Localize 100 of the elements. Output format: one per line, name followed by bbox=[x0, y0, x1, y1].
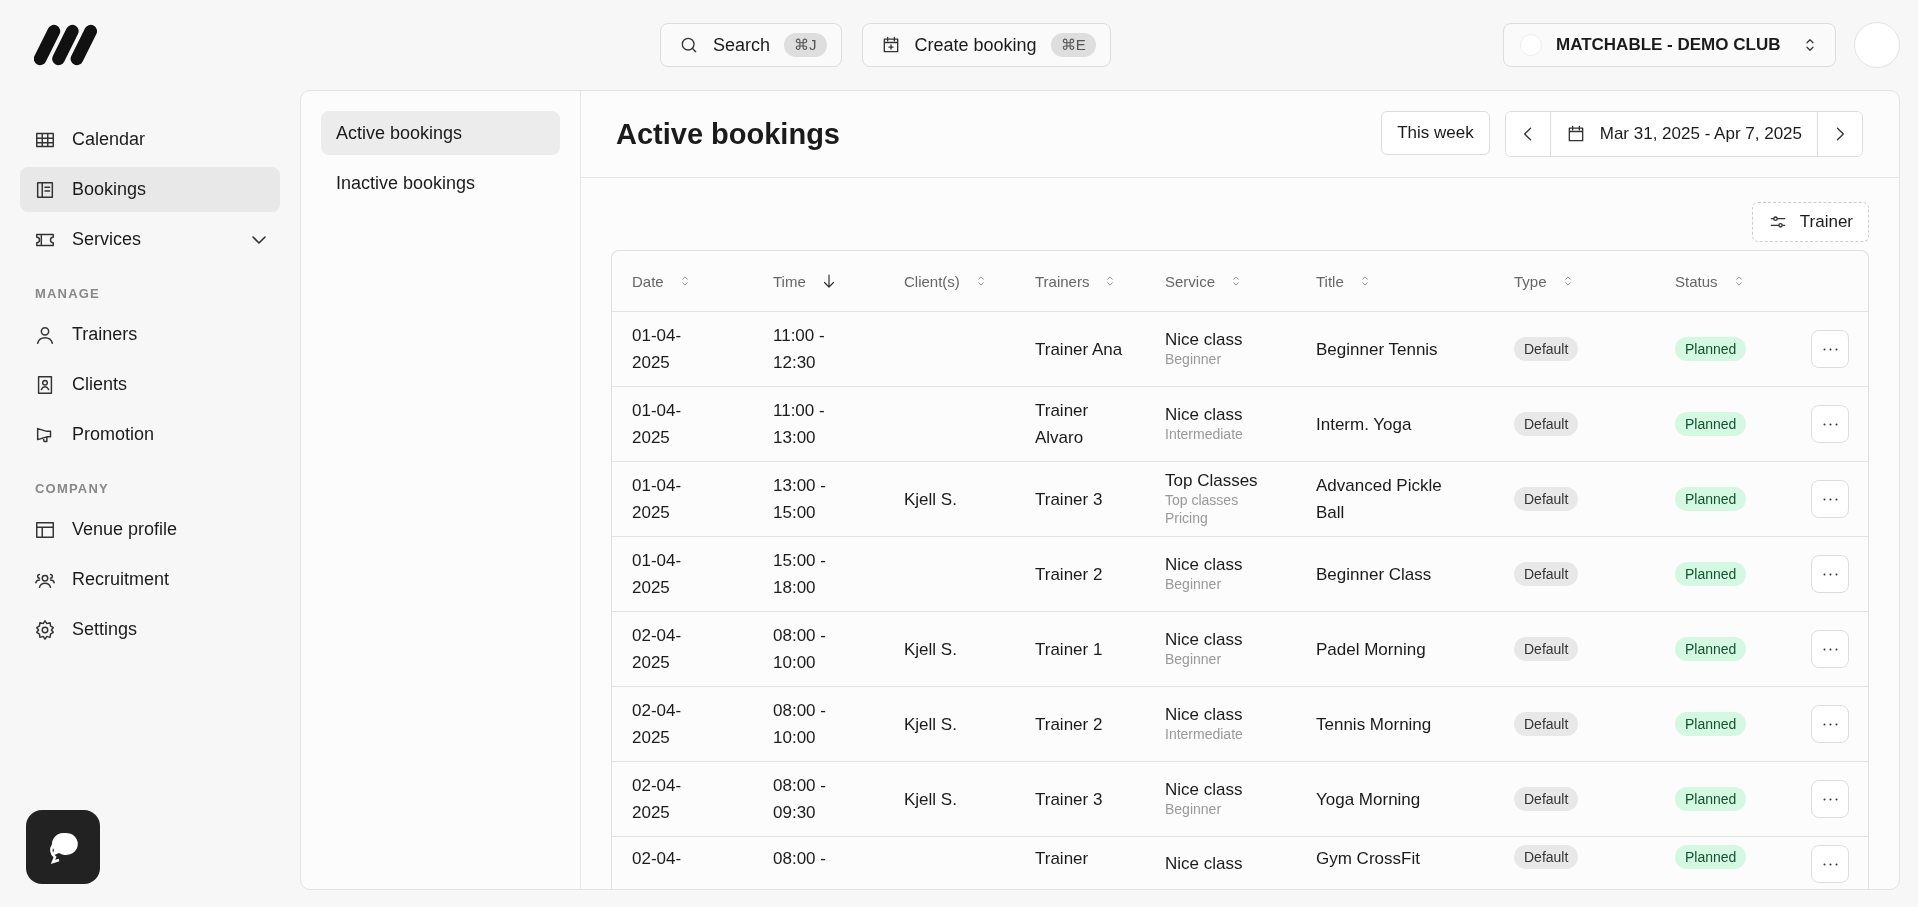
status-badge: Planned bbox=[1675, 712, 1747, 736]
service-name: Nice class bbox=[1165, 630, 1243, 650]
client-cell-text: Kjell S. bbox=[904, 638, 957, 661]
date-cell-text: 01-04-2025 bbox=[632, 550, 683, 599]
sidebar-item[interactable]: Services bbox=[20, 217, 280, 262]
time-cell-text: 08:00 - bbox=[773, 848, 826, 870]
status-badge: Planned bbox=[1675, 337, 1747, 361]
sidebar-item[interactable]: Venue profile bbox=[20, 507, 280, 552]
status-badge: Planned bbox=[1675, 562, 1747, 586]
date-cell-text: 01-04-2025 bbox=[632, 475, 683, 524]
more-actions-button[interactable] bbox=[1811, 845, 1849, 883]
trainer-cell-text: Trainer Alvaro bbox=[1035, 400, 1090, 449]
service-detail: Top classes Pricing bbox=[1165, 491, 1240, 527]
status-badge: Planned bbox=[1675, 412, 1747, 436]
type-badge: Default bbox=[1514, 487, 1579, 511]
trainer-cell-text: Trainer 2 bbox=[1035, 713, 1103, 736]
more-actions-button[interactable] bbox=[1811, 555, 1849, 593]
trainer-cell-text: Trainer 1 bbox=[1035, 638, 1103, 661]
ellipsis-icon bbox=[1822, 797, 1838, 801]
subnav-tab[interactable]: Active bookings bbox=[321, 111, 560, 155]
more-actions-button[interactable] bbox=[1811, 405, 1849, 443]
trainer-cell-text: Trainer 3 bbox=[1035, 488, 1103, 511]
club-selector[interactable]: MATCHABLE - DEMO CLUB bbox=[1503, 23, 1836, 67]
search-label: Search bbox=[713, 34, 771, 56]
column-header[interactable]: Time bbox=[753, 272, 884, 290]
sidebar-item[interactable]: Trainers bbox=[20, 312, 280, 357]
title-cell-text: Padel Morning bbox=[1316, 638, 1426, 661]
status-badge: Planned bbox=[1675, 787, 1747, 811]
ellipsis-icon bbox=[1822, 572, 1838, 576]
sidebar-item[interactable]: Recruitment bbox=[20, 557, 280, 602]
sidebar-item[interactable]: Promotion bbox=[20, 412, 280, 457]
time-cell-text: 08:00 - 10:00 bbox=[773, 700, 827, 749]
sidebar-item[interactable]: Settings bbox=[20, 607, 280, 652]
more-actions-button[interactable] bbox=[1811, 330, 1849, 368]
date-cell-text: 02-04- bbox=[632, 848, 682, 870]
date-cell-text: 01-04-2025 bbox=[632, 400, 683, 449]
section-label: COMPANY bbox=[34, 480, 110, 498]
avatar-button[interactable] bbox=[1854, 22, 1900, 68]
type-badge: Default bbox=[1514, 412, 1579, 436]
type-badge: Default bbox=[1514, 562, 1579, 586]
trainer-cell-text: Trainer 3 bbox=[1035, 788, 1103, 811]
type-badge: Default bbox=[1514, 787, 1579, 811]
title-cell-text: Beginner Tennis bbox=[1316, 338, 1438, 361]
sidebar-item[interactable]: Clients bbox=[20, 362, 280, 407]
more-actions-button[interactable] bbox=[1811, 630, 1849, 668]
title-cell-text: Interm. Yoga bbox=[1316, 413, 1412, 436]
search-button[interactable]: Search ⌘J bbox=[660, 23, 842, 67]
more-actions-button[interactable] bbox=[1811, 705, 1849, 743]
service-detail: Beginner bbox=[1165, 800, 1222, 818]
date-cell-text: 01-04-2025 bbox=[632, 325, 683, 374]
sidebar-item[interactable]: Bookings bbox=[20, 167, 280, 212]
more-actions-button[interactable] bbox=[1811, 480, 1849, 518]
title-cell-text: Beginner Class bbox=[1316, 563, 1432, 586]
date-cell-text: 02-04-2025 bbox=[632, 700, 683, 749]
column-header[interactable]: Client(s) bbox=[884, 272, 1015, 290]
status-badge: Planned bbox=[1675, 637, 1747, 661]
status-badge: Planned bbox=[1675, 487, 1747, 511]
type-badge: Default bbox=[1514, 712, 1579, 736]
trainer-cell-text: Trainer 2 bbox=[1035, 563, 1103, 586]
service-detail: Beginner bbox=[1165, 350, 1222, 368]
settings-icon bbox=[34, 618, 56, 641]
subnav-tab[interactable]: Inactive bookings bbox=[321, 161, 560, 205]
shortcut-badge: ⌘J bbox=[784, 33, 827, 57]
column-header[interactable]: Type bbox=[1494, 272, 1655, 290]
title-cell-text: Tennis Morning bbox=[1316, 713, 1432, 736]
search-icon bbox=[679, 35, 699, 55]
ellipsis-icon bbox=[1822, 422, 1838, 426]
title-cell-text: Gym CrossFit bbox=[1316, 848, 1420, 870]
client-cell-text: Kjell S. bbox=[904, 488, 957, 511]
service-name: Nice class bbox=[1165, 405, 1243, 425]
service-detail: Intermediate bbox=[1165, 725, 1243, 743]
type-badge: Default bbox=[1514, 637, 1579, 661]
sidebar-item[interactable]: Calendar bbox=[20, 117, 280, 162]
service-name: Nice class bbox=[1165, 780, 1243, 800]
service-name: Nice class bbox=[1165, 854, 1243, 874]
date-range-button[interactable]: Mar 31, 2025 - Apr 7, 2025 bbox=[1549, 112, 1818, 156]
column-header[interactable]: Date bbox=[612, 272, 753, 290]
create-booking-button[interactable]: Create booking ⌘E bbox=[861, 23, 1111, 67]
service-name: Nice class bbox=[1165, 555, 1243, 575]
column-header[interactable]: Trainers bbox=[1015, 272, 1145, 290]
type-badge: Default bbox=[1514, 337, 1579, 361]
trainer-filter-button[interactable]: Trainer bbox=[1751, 202, 1869, 242]
title-cell-text: Advanced Pickle Ball bbox=[1316, 475, 1443, 524]
this-week-button[interactable]: This week bbox=[1381, 111, 1490, 155]
time-cell-text: 08:00 - 10:00 bbox=[773, 625, 827, 674]
service-detail: Beginner bbox=[1165, 575, 1222, 593]
time-cell-text: 11:00 - 12:30 bbox=[773, 325, 826, 374]
more-actions-button[interactable] bbox=[1811, 780, 1849, 818]
time-cell-text: 11:00 - 13:00 bbox=[773, 400, 826, 449]
client-cell-text: Kjell S. bbox=[904, 713, 957, 736]
chat-button[interactable] bbox=[26, 810, 100, 884]
column-header[interactable]: Service bbox=[1145, 272, 1296, 290]
title-cell-text: Yoga Morning bbox=[1316, 788, 1421, 811]
service-name: Nice class bbox=[1165, 330, 1243, 350]
column-header[interactable]: Title bbox=[1296, 272, 1494, 290]
type-badge: Default bbox=[1514, 845, 1579, 869]
filter-label: Trainer bbox=[1799, 212, 1853, 232]
date-cell-text: 02-04-2025 bbox=[632, 625, 683, 674]
column-header[interactable]: Status bbox=[1655, 272, 1791, 290]
service-name: Nice class bbox=[1165, 705, 1243, 725]
